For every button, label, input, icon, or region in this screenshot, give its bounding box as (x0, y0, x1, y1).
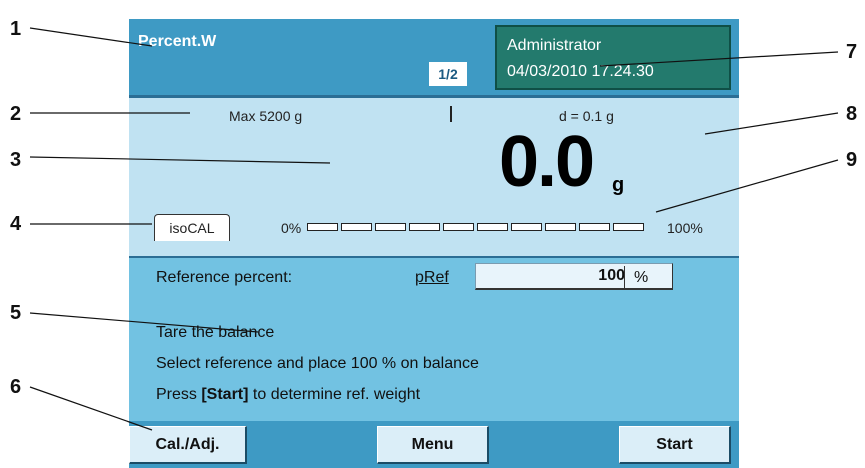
bargraph-segment (409, 223, 440, 231)
device-screen: Percent.W 1/2 Administrator 04/03/2010 1… (129, 19, 739, 468)
bargraph-segment (341, 223, 372, 231)
reference-percent-label: Reference percent: (156, 269, 293, 286)
bargraph (307, 223, 644, 231)
bargraph-segment (443, 223, 474, 231)
reference-percent-value: 100 (598, 267, 625, 284)
start-button[interactable]: Start (619, 426, 731, 464)
bargraph-segment (579, 223, 610, 231)
info-panel: Reference percent: pRef 100 % Tare the b… (129, 256, 739, 421)
date-time: 04/03/2010 17.24.30 (507, 63, 654, 80)
bargraph-max-label: 100% (667, 220, 703, 236)
callout-2: 2 (10, 103, 22, 125)
weighing-display: Max 5200 g d = 0.1 g 0.0 g isoCAL 0% 100… (129, 95, 739, 256)
instruction-line-1: Tare the balance (156, 324, 275, 341)
bargraph-segment (477, 223, 508, 231)
instruction-suffix: to determine ref. weight (248, 386, 421, 403)
bargraph-segment (545, 223, 576, 231)
pref-label: pRef (415, 269, 449, 286)
callout-5: 5 (10, 302, 22, 324)
user-info-box: Administrator 04/03/2010 17.24.30 (495, 25, 731, 90)
page-indicator[interactable]: 1/2 (429, 62, 467, 86)
callout-1: 1 (10, 18, 22, 40)
callout-6: 6 (10, 376, 22, 398)
instruction-prefix: Press (156, 386, 202, 403)
application-title: Percent.W (138, 33, 217, 50)
callout-8: 8 (846, 103, 858, 125)
softkey-bar: Cal./Adj. Menu Start (129, 421, 739, 468)
bargraph-segment (375, 223, 406, 231)
weight-value: 0.0 (499, 122, 595, 202)
reference-percent-unit: % (634, 269, 649, 286)
callout-4: 4 (10, 213, 22, 235)
instruction-line-2: Select reference and place 100 % on bala… (156, 355, 479, 372)
bargraph-min-label: 0% (281, 220, 302, 236)
separator (450, 106, 452, 122)
menu-button[interactable]: Menu (377, 426, 489, 464)
callout-9: 9 (846, 149, 858, 171)
bargraph-segment (613, 223, 644, 231)
title-bar: Percent.W 1/2 Administrator 04/03/2010 1… (129, 19, 739, 95)
bargraph-segment (307, 223, 338, 231)
weight-unit: g (612, 174, 625, 196)
callout-7: 7 (846, 41, 858, 63)
field-divider (624, 266, 625, 288)
isocal-indicator[interactable]: isoCAL (154, 214, 230, 241)
instruction-line-3: Press [Start] to determine ref. weight (156, 386, 420, 404)
bargraph-segment (511, 223, 542, 231)
instruction-start-key: [Start] (201, 386, 249, 403)
cal-adj-button[interactable]: Cal./Adj. (129, 426, 247, 464)
max-capacity-label: Max 5200 g (229, 108, 303, 124)
user-name: Administrator (507, 37, 602, 54)
callout-3: 3 (10, 149, 22, 171)
